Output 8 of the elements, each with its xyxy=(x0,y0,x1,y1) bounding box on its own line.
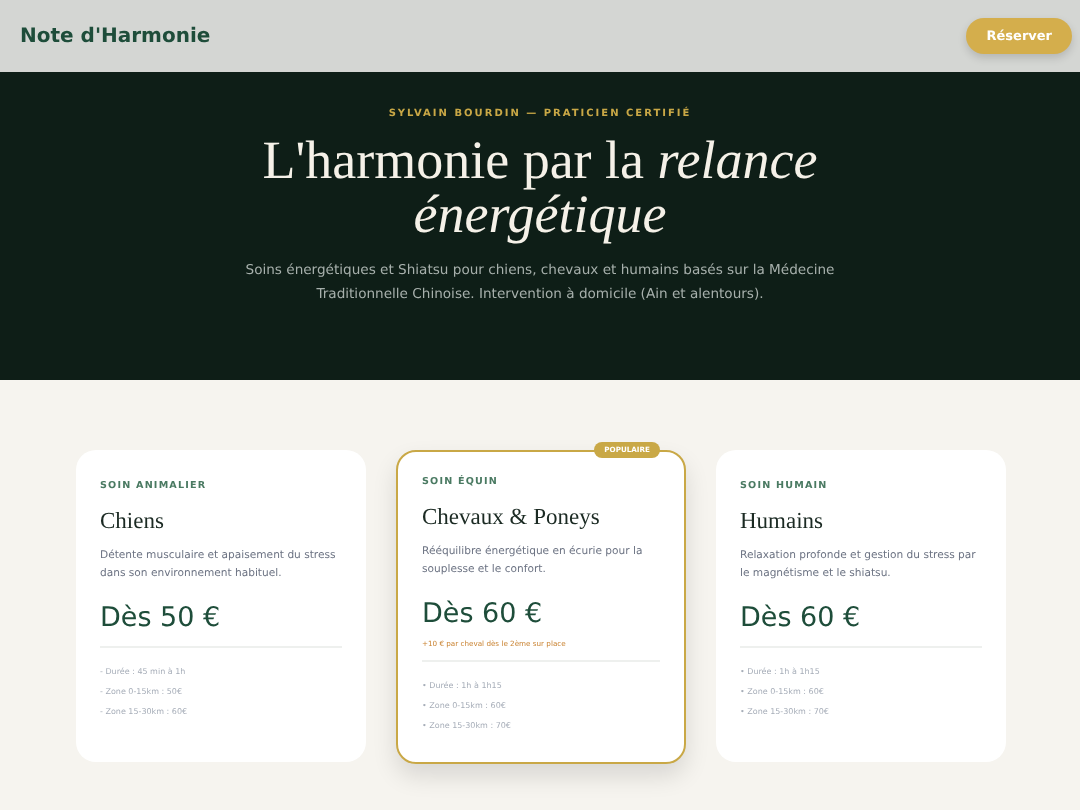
card-price: Dès 50 € xyxy=(100,602,223,634)
card-title: Chiens xyxy=(100,510,166,534)
card-title: Chevaux & Poneys xyxy=(422,506,602,530)
card-price: Dès 60 € xyxy=(422,598,545,630)
hero-title: L'harmonie par la relance énergétique xyxy=(260,134,820,242)
brand-name[interactable]: Note d'Harmonie xyxy=(20,25,211,47)
card-price: Dès 60 € xyxy=(740,602,863,634)
card-title: Humains xyxy=(740,510,826,534)
